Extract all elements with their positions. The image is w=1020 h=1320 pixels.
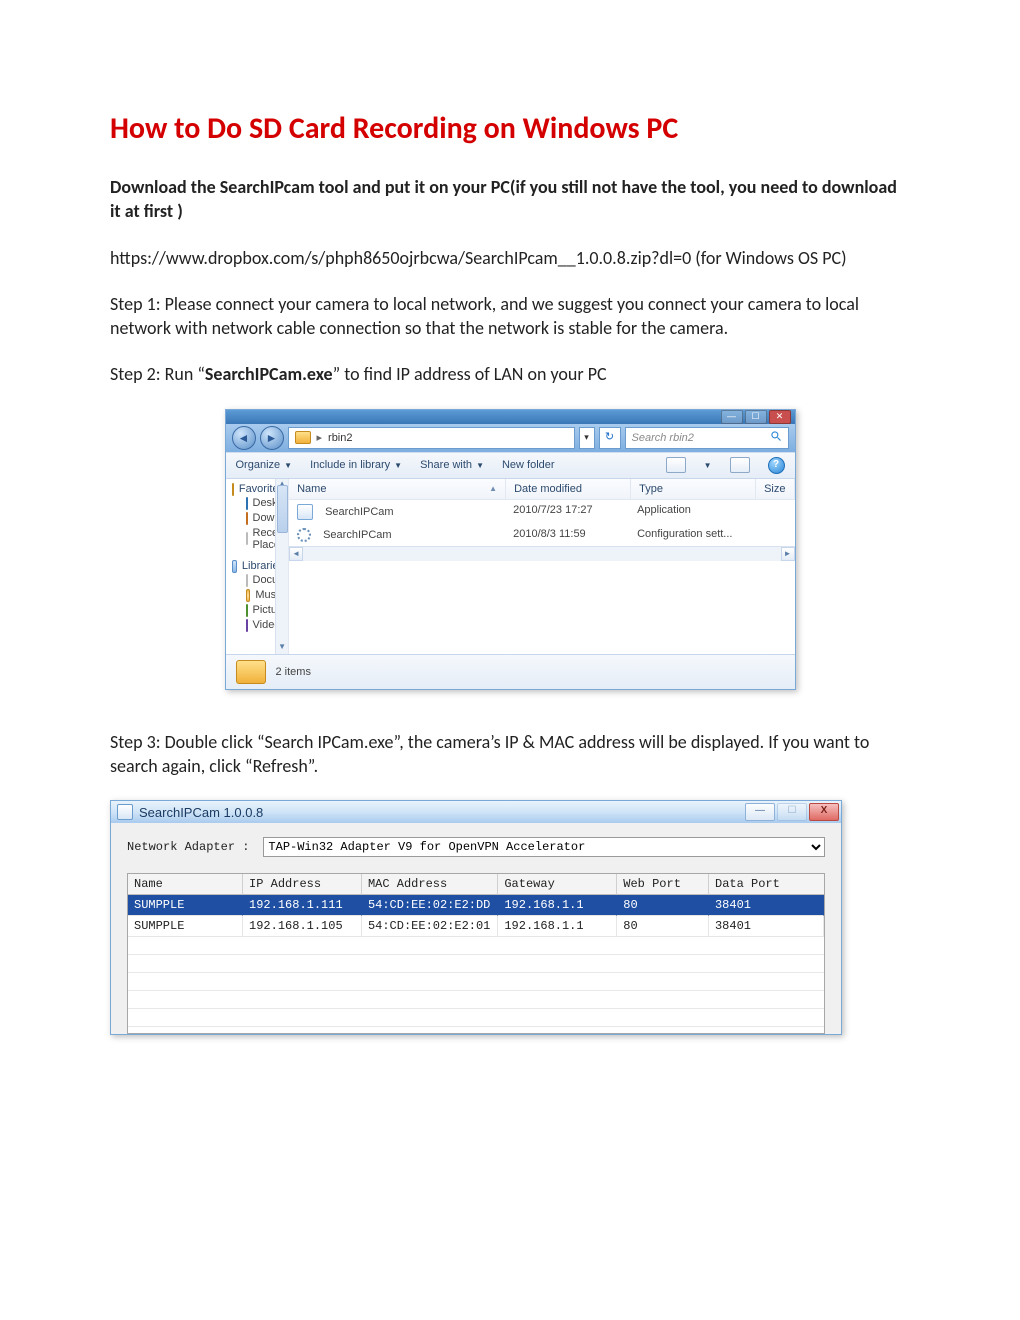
view-options-button[interactable]: [666, 457, 686, 473]
chevron-down-icon: ▼: [476, 461, 484, 470]
search-icon: [770, 430, 782, 445]
column-header-dataport[interactable]: Data Port: [709, 874, 824, 895]
horizontal-scrollbar[interactable]: ◄ ►: [289, 546, 794, 561]
close-button[interactable]: X: [809, 803, 839, 821]
new-folder-button[interactable]: New folder: [502, 459, 555, 471]
refresh-button[interactable]: ↻: [599, 427, 621, 449]
search-input[interactable]: Search rbin2: [625, 427, 789, 449]
file-row[interactable]: SearchIPCam 2010/8/3 11:59 Configuration…: [289, 524, 794, 546]
explorer-file-pane: Name▲ Date modified Type Size SearchIPCa…: [289, 479, 794, 654]
help-icon[interactable]: ?: [768, 457, 785, 474]
chevron-down-icon: ▼: [394, 461, 402, 470]
explorer-window: — ☐ ✕ ◄ ► ▸ rbin2 ▾ ↻ Search rbin2 Organ…: [225, 409, 796, 690]
close-button[interactable]: ✕: [769, 410, 791, 424]
search-placeholder: Search rbin2: [632, 432, 694, 444]
step1-text: Step 1: Please connect your camera to lo…: [110, 292, 910, 341]
music-icon: [246, 589, 251, 602]
column-header-date[interactable]: Date modified: [506, 479, 631, 499]
folder-icon: [236, 660, 266, 684]
status-text: 2 items: [276, 666, 311, 678]
searchipcam-window: SearchIPCam 1.0.0.8 — ☐ X Network Adapte…: [110, 800, 842, 1035]
breadcrumb[interactable]: ▸ rbin2: [288, 427, 575, 449]
nav-back-button[interactable]: ◄: [232, 426, 256, 450]
column-header-name[interactable]: Name: [128, 874, 243, 895]
organize-menu[interactable]: Organize ▼: [236, 459, 293, 471]
sidebar-scrollbar[interactable]: ▲ ▼: [275, 479, 288, 654]
application-icon: [297, 504, 313, 520]
document-page: How to Do SD Card Recording on Windows P…: [0, 0, 1020, 1320]
breadcrumb-segment: rbin2: [328, 432, 352, 444]
desktop-icon: [246, 497, 248, 510]
minimize-button[interactable]: —: [721, 410, 743, 424]
file-row[interactable]: SearchIPCam 2010/7/23 17:27 Application: [289, 500, 794, 524]
explorer-sidebar: Favorites Desktop Downloads Recent Place…: [226, 479, 290, 654]
scroll-right-icon: ►: [781, 547, 795, 561]
maximize-button[interactable]: ☐: [745, 410, 767, 424]
explorer-status-bar: 2 items: [226, 654, 795, 689]
videos-icon: [246, 619, 248, 632]
minimize-button[interactable]: —: [745, 803, 775, 821]
column-header-name[interactable]: Name▲: [289, 479, 506, 499]
device-row[interactable]: SUMPPLE 192.168.1.105 54:CD:EE:02:E2:01 …: [128, 916, 824, 937]
scroll-left-icon: ◄: [289, 547, 303, 561]
column-header-size[interactable]: Size: [756, 479, 794, 499]
page-title: How to Do SD Card Recording on Windows P…: [110, 110, 910, 147]
scroll-down-icon: ▼: [276, 642, 288, 654]
intro-paragraph: Download the SearchIPcam tool and put it…: [110, 175, 910, 224]
device-row[interactable]: SUMPPLE 192.168.1.111 54:CD:EE:02:E2:DD …: [128, 895, 824, 916]
libraries-icon: [232, 560, 237, 573]
column-header-ip[interactable]: IP Address: [243, 874, 362, 895]
breadcrumb-sep-icon: ▸: [317, 431, 323, 444]
app-icon: [117, 804, 133, 820]
column-header-webport[interactable]: Web Port: [617, 874, 709, 895]
chevron-down-icon: ▼: [704, 461, 712, 470]
adapter-select[interactable]: TAP-Win32 Adapter V9 for OpenVPN Acceler…: [263, 837, 825, 857]
explorer-address-bar: ◄ ► ▸ rbin2 ▾ ↻ Search rbin2: [226, 424, 795, 452]
folder-icon: [295, 431, 311, 444]
adapter-label: Network Adapter :: [127, 840, 249, 854]
settings-icon: [297, 528, 311, 542]
include-in-library-menu[interactable]: Include in library ▼: [310, 459, 402, 471]
download-link-text: https://www.dropbox.com/s/phph8650ojrbcw…: [110, 246, 910, 270]
recent-icon: [246, 532, 248, 545]
documents-icon: [246, 574, 248, 587]
nav-forward-button[interactable]: ►: [260, 426, 284, 450]
step3-text: Step 3: Double click “Search IPCam.exe”,…: [110, 730, 910, 779]
breadcrumb-dropdown[interactable]: ▾: [579, 427, 595, 449]
share-with-menu[interactable]: Share with ▼: [420, 459, 484, 471]
explorer-toolbar: Organize ▼ Include in library ▼ Share wi…: [226, 452, 795, 479]
grid-empty-rows: [128, 937, 824, 1033]
file-list-header: Name▲ Date modified Type Size: [289, 479, 794, 500]
step2-text: Step 2: Run “SearchIPCam.exe” to find IP…: [110, 362, 910, 386]
column-header-mac[interactable]: MAC Address: [362, 874, 498, 895]
explorer-titlebar: — ☐ ✕: [226, 410, 795, 424]
grid-header: Name IP Address MAC Address Gateway Web …: [128, 874, 824, 895]
device-grid: Name IP Address MAC Address Gateway Web …: [127, 873, 825, 1034]
pictures-icon: [246, 604, 248, 617]
maximize-button[interactable]: ☐: [777, 803, 807, 821]
ipcam-titlebar: SearchIPCam 1.0.0.8 — ☐ X: [111, 801, 841, 823]
column-header-type[interactable]: Type: [631, 479, 756, 499]
scrollbar-thumb[interactable]: [277, 485, 288, 533]
downloads-icon: [246, 512, 248, 525]
window-title: SearchIPCam 1.0.0.8: [139, 805, 263, 820]
chevron-down-icon: ▼: [284, 461, 292, 470]
preview-pane-button[interactable]: [730, 457, 750, 473]
star-icon: [232, 483, 234, 496]
sort-asc-icon: ▲: [489, 484, 497, 493]
column-header-gateway[interactable]: Gateway: [498, 874, 617, 895]
